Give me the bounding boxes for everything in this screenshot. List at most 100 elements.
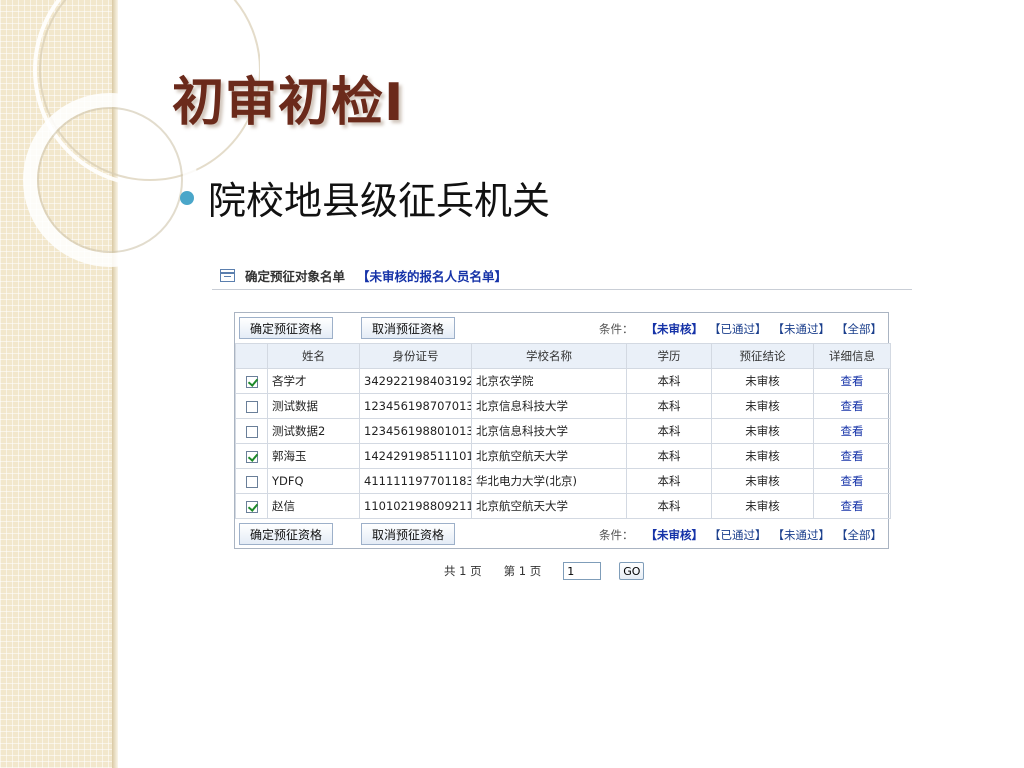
decorative-rings [23,0,260,267]
filter-bar-bottom: 条件： 【未审核】 【已通过】 【未通过】 【全部】 [599,527,882,543]
candidate-grid: 确定预征资格 取消预征资格 条件： 【未审核】 【已通过】 【未通过】 【全部】… [234,312,891,549]
view-detail-link[interactable]: 查看 [841,449,864,463]
cell-name: YDFQ [272,474,304,488]
view-detail-link[interactable]: 查看 [841,424,864,438]
cell-detail-cell: 查看 [813,443,891,469]
cell-id-number: 342922198403192275 [364,374,471,388]
header-result: 预征结论 [711,343,814,369]
filter-unreviewed[interactable]: 【未审核】 [646,321,704,337]
filter-passed[interactable]: 【已通过】 [709,321,767,337]
filter-bar: 条件： 【未审核】 【已通过】 【未通过】 【全部】 [599,321,882,337]
cell-result: 未审核 [745,374,780,388]
header-checkbox-col [235,343,268,369]
cell-result: 未审核 [745,449,780,463]
filter-failed[interactable]: 【未通过】 [773,321,831,337]
cell-result: 未审核 [745,424,780,438]
bullet-dot-icon [180,190,194,205]
pager: 共 1 页 第 1 页 GO [444,562,645,580]
cell-result: 未审核 [745,474,780,488]
candidate-table: 姓名 身份证号 学校名称 学历 预征结论 详细信息 吝学才 34292219840… [235,343,891,519]
condition-label: 条件： [599,322,634,336]
view-detail-link[interactable]: 查看 [841,399,864,413]
cancel-qualification-button[interactable]: 取消预征资格 [361,317,456,339]
checkbox-icon[interactable] [245,375,258,388]
page-number-input[interactable] [563,562,602,580]
row-checkbox-cell [235,368,268,394]
go-button[interactable]: GO [619,562,645,580]
document-icon [220,269,235,282]
filter-all[interactable]: 【全部】 [836,321,882,337]
checkbox-icon[interactable] [245,500,258,513]
row-checkbox-cell [235,418,268,444]
cell-education: 本科 [657,424,681,438]
cell-school: 北京信息科技大学 [476,424,568,438]
checkbox-icon[interactable] [245,450,258,463]
cell-name: 赵信 [272,499,295,513]
view-detail-link[interactable]: 查看 [841,474,864,488]
panel-title: 确定预征对象名单 [245,269,346,284]
view-detail-link[interactable]: 查看 [841,374,864,388]
cell-name-cell: 郭海玉 [267,443,360,469]
checkbox-icon[interactable] [245,400,258,413]
cell-result: 未审核 [745,399,780,413]
cell-name-cell: 测试数据 [267,393,360,419]
cell-result-cell: 未审核 [711,393,814,419]
cell-result-cell: 未审核 [711,418,814,444]
cell-school: 北京农学院 [476,374,534,388]
header-id-number: 身份证号 [359,343,472,369]
cell-id-number: 142429198511101238 [364,449,471,463]
view-detail-link[interactable]: 查看 [841,499,864,513]
cell-school-cell: 华北电力大学(北京) [471,468,627,494]
table-header-row: 姓名 身份证号 学校名称 学历 预征结论 详细信息 [235,343,891,369]
cell-id-number-cell: 110102198809211938 [359,493,472,519]
panel-subtitle: 【未审核的报名人员名单】 [357,269,508,284]
cell-education-cell: 本科 [626,468,712,494]
row-checkbox-cell [235,443,268,469]
cell-name: 测试数据2 [272,424,326,438]
cell-education: 本科 [657,474,681,488]
cell-education-cell: 本科 [626,493,712,519]
cell-id-number-cell: 411111197701183529 [359,468,472,494]
cell-id-number-cell: 142429198511101238 [359,443,472,469]
table-row: 吝学才 342922198403192275 北京农学院 本科 未审核 查看 [235,368,891,394]
panel-header: 确定预征对象名单 【未审核的报名人员名单】 [212,262,912,290]
confirm-qualification-button-bottom[interactable]: 确定预征资格 [239,523,334,545]
checkbox-icon[interactable] [245,475,258,488]
filter-failed[interactable]: 【未通过】 [773,527,831,543]
row-checkbox-cell [235,493,268,519]
cell-school-cell: 北京信息科技大学 [471,418,627,444]
cell-education: 本科 [657,374,681,388]
filter-unreviewed[interactable]: 【未审核】 [646,527,704,543]
cell-education: 本科 [657,399,681,413]
checkbox-icon[interactable] [245,425,258,438]
cell-detail-cell: 查看 [813,393,891,419]
cell-detail-cell: 查看 [813,418,891,444]
header-education: 学历 [626,343,712,369]
cell-school-cell: 北京航空航天大学 [471,443,627,469]
bullet-item: 院校地县级征兵机关 [180,170,550,225]
condition-label: 条件： [599,528,634,542]
bullet-text: 院校地县级征兵机关 [208,179,551,223]
cell-education-cell: 本科 [626,368,712,394]
cell-id-number: 411111197701183529 [364,474,471,488]
filter-all[interactable]: 【全部】 [836,527,882,543]
cell-result-cell: 未审核 [711,443,814,469]
cell-detail-cell: 查看 [813,368,891,394]
cell-education-cell: 本科 [626,393,712,419]
header-school: 学校名称 [471,343,627,369]
filter-passed[interactable]: 【已通过】 [709,527,767,543]
cell-education-cell: 本科 [626,443,712,469]
confirm-qualification-button[interactable]: 确定预征资格 [239,317,334,339]
cell-name-cell: 赵信 [267,493,360,519]
cell-education-cell: 本科 [626,418,712,444]
cell-education: 本科 [657,449,681,463]
cell-school-cell: 北京农学院 [471,368,627,394]
cell-result-cell: 未审核 [711,368,814,394]
cell-school: 华北电力大学(北京) [476,474,577,488]
cancel-qualification-button-bottom[interactable]: 取消预征资格 [361,523,456,545]
cell-result-cell: 未审核 [711,468,814,494]
slide-title: 初审初检I [172,73,405,133]
pager-current: 第 1 页 [503,564,542,578]
cell-school-cell: 北京信息科技大学 [471,393,627,419]
cell-id-number: 123456198707013331 [364,399,471,413]
